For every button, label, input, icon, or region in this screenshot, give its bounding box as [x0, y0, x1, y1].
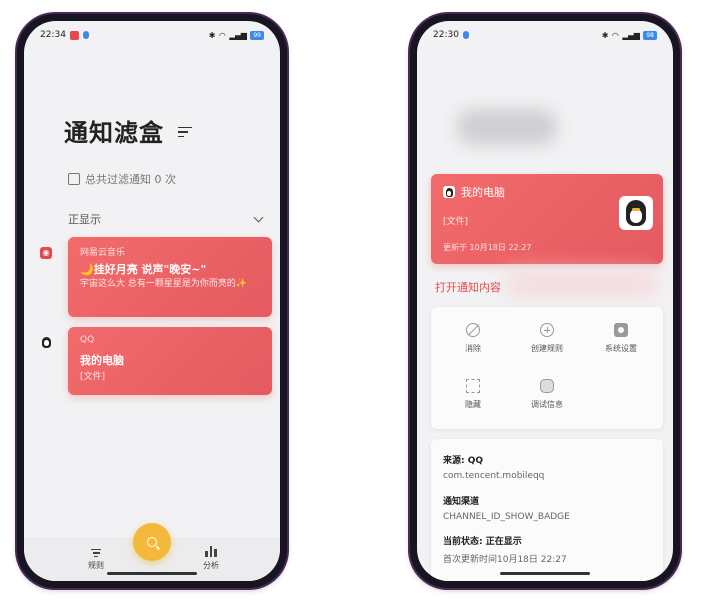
wifi-icon: ◠: [218, 30, 226, 40]
package-name: com.tencent.mobileqq: [443, 471, 545, 481]
nav-stats[interactable]: 分析: [196, 546, 226, 571]
netease-music-app-icon: ◉: [40, 247, 52, 259]
hide-button[interactable]: 隐藏: [443, 379, 503, 410]
screen-detail: 22:30 ✱ ◠ ▂▄▆ 98 我的电脑 [文件] 更新于 10月18日 22…: [417, 21, 673, 581]
notification-source: QQ: [80, 335, 95, 345]
notification-title: 🌙挂好月亮 说声"晚安~": [80, 263, 207, 276]
debug-info-button[interactable]: 调试信息: [517, 379, 577, 410]
notification-card-netease[interactable]: 网易云音乐 🌙挂好月亮 说声"晚安~" 宇宙这么大 总有一颗星星是为你而亮的✨: [68, 237, 272, 317]
chevron-down-icon: [253, 212, 264, 223]
open-external-icon: [68, 173, 80, 185]
total-filtered-text: 总共过滤通知 0 次: [85, 173, 176, 186]
gear-icon: [614, 323, 628, 337]
section-header-showing[interactable]: 正显示: [68, 211, 264, 227]
notification-detail-card[interactable]: 我的电脑 [文件] 更新于 10月18日 22:27: [431, 174, 663, 264]
bluetooth-icon: ✱: [208, 30, 216, 40]
channel-id: CHANNEL_ID_SHOW_BADGE: [443, 512, 570, 522]
system-settings-button[interactable]: 系统设置: [591, 323, 651, 354]
source-label: 来源: QQ: [443, 456, 484, 466]
notification-body: [文件]: [443, 217, 469, 227]
drop-status-icon: [82, 31, 89, 39]
bar-chart-icon: [205, 546, 217, 557]
notification-title: 我的电脑: [80, 354, 124, 367]
page-title: 通知滤盒: [64, 119, 164, 147]
hide-label: 隐藏: [465, 400, 481, 409]
notification-body: 宇宙这么大 总有一颗星星是为你而亮的✨: [80, 279, 248, 289]
section-title: 正显示: [68, 213, 101, 226]
create-rule-button[interactable]: 创建规则: [517, 323, 577, 354]
channel-label: 通知渠道: [443, 497, 480, 507]
nav-rules[interactable]: 规则: [81, 547, 111, 572]
system-settings-label: 系统设置: [605, 344, 637, 353]
first-update-time: 首次更新时间10月18日 22:27: [443, 555, 567, 565]
rules-icon: [91, 548, 101, 557]
status-bar: 22:34 ✱ ◠ ▂▄▆ 99: [24, 21, 280, 49]
search-icon: [147, 537, 157, 547]
info-panel: 来源: QQ com.tencent.mobileqq 通知渠道 CHANNEL…: [431, 439, 663, 581]
link-glow: [507, 271, 657, 297]
home-indicator[interactable]: [500, 572, 590, 575]
phone-right: 22:30 ✱ ◠ ▂▄▆ 98 我的电脑 [文件] 更新于 10月18日 22…: [410, 14, 680, 588]
sort-filter-icon[interactable]: [178, 126, 192, 139]
drop-status-icon: [462, 31, 469, 39]
qq-app-icon: [40, 337, 52, 349]
debug-info-label: 调试信息: [531, 400, 563, 409]
notification-card-qq[interactable]: QQ 我的电脑 [文件]: [68, 327, 272, 395]
create-rule-label: 创建规则: [531, 344, 563, 353]
hide-icon: [466, 379, 480, 393]
dismiss-label: 消除: [465, 344, 481, 353]
clock: 22:34: [40, 30, 66, 40]
current-state: 当前状态: 正在显示: [443, 537, 522, 547]
bluetooth-icon: ✱: [601, 30, 609, 40]
netease-status-icon: [69, 30, 79, 40]
action-panel: 消除 创建规则 系统设置 隐藏 调试信息: [431, 307, 663, 429]
signal-icon: ▂▄▆: [622, 30, 640, 40]
qq-avatar-icon: [619, 196, 653, 230]
qq-icon: [443, 186, 455, 198]
notification-title: 我的电脑: [461, 186, 505, 199]
open-notification-link[interactable]: 打开通知内容: [435, 279, 501, 295]
screen-main: 22:34 ✱ ◠ ▂▄▆ 99 通知滤盒 总共过滤通知 0 次 正显示 ◉ 网…: [24, 21, 280, 581]
phone-left: 22:34 ✱ ◠ ▂▄▆ 99 通知滤盒 总共过滤通知 0 次 正显示 ◉ 网…: [17, 14, 287, 588]
ban-icon: [466, 323, 480, 337]
status-bar: 22:30 ✱ ◠ ▂▄▆ 98: [417, 21, 673, 49]
nav-stats-label: 分析: [203, 561, 219, 570]
notification-body: [文件]: [80, 372, 106, 382]
blurred-title: [457, 109, 557, 145]
clock: 22:30: [433, 30, 459, 40]
search-fab[interactable]: [133, 523, 171, 561]
battery-icon: 99: [250, 30, 264, 40]
dismiss-button[interactable]: 消除: [443, 323, 503, 354]
add-circle-icon: [540, 323, 554, 337]
wifi-icon: ◠: [611, 30, 619, 40]
signal-icon: ▂▄▆: [229, 30, 247, 40]
home-indicator[interactable]: [107, 572, 197, 575]
total-filtered-row[interactable]: 总共过滤通知 0 次: [68, 171, 176, 187]
notification-updated-time: 更新于 10月18日 22:27: [443, 243, 532, 252]
notification-source: 网易云音乐: [80, 248, 126, 258]
battery-icon: 98: [643, 30, 657, 40]
mouse-icon: [540, 379, 554, 393]
nav-rules-label: 规则: [88, 561, 104, 570]
